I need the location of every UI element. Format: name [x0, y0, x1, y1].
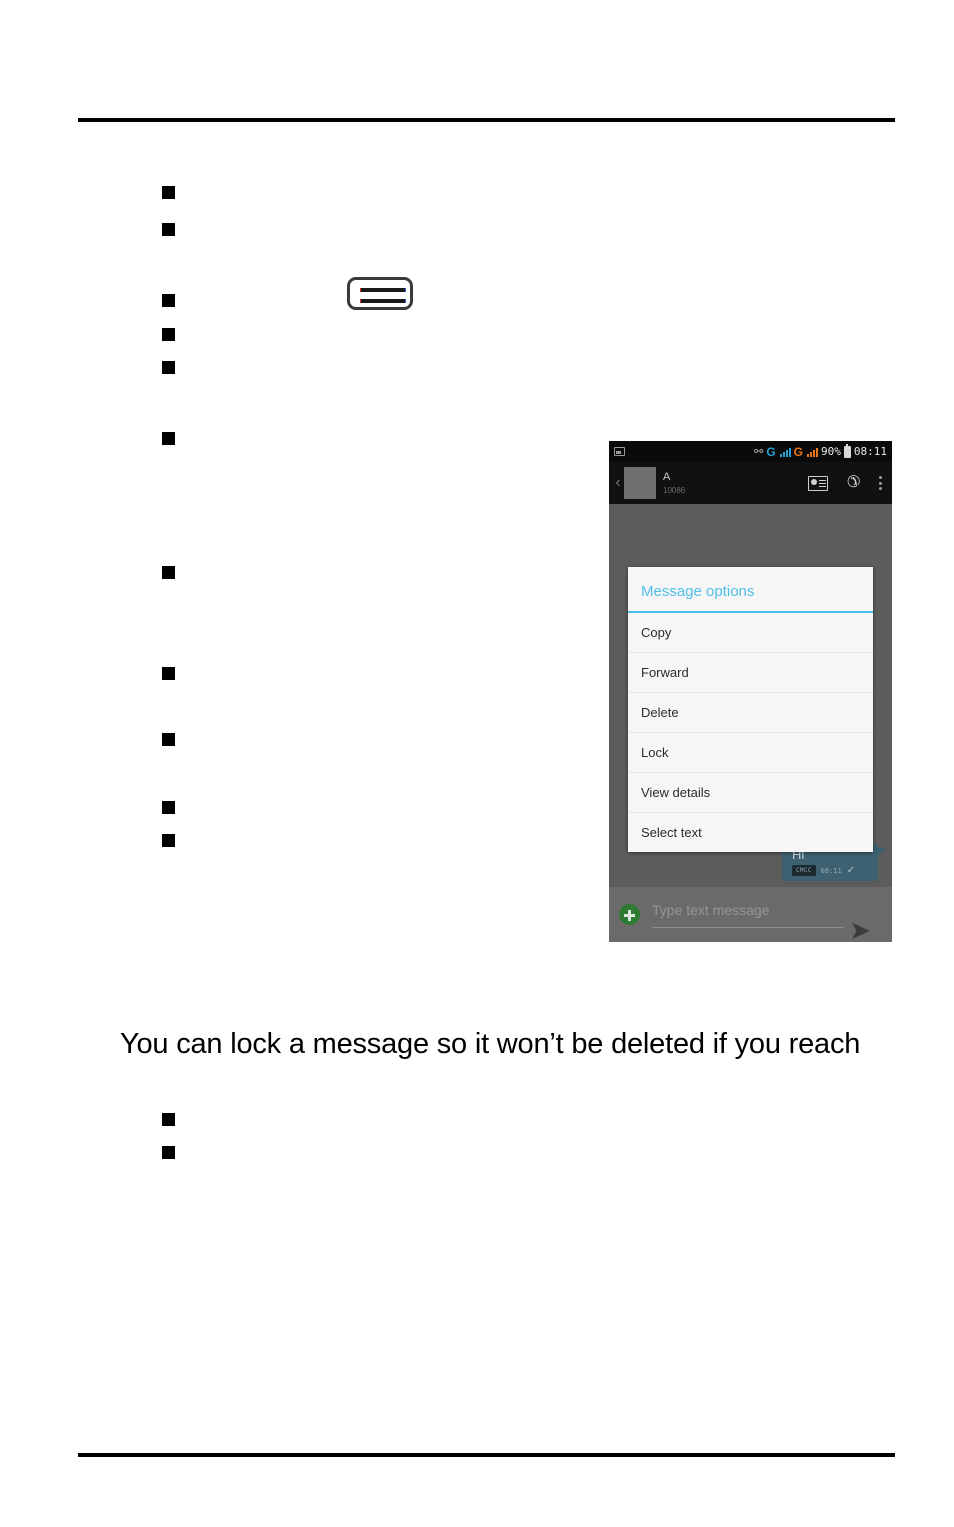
list-bullet — [162, 667, 175, 680]
page-footer-rule — [78, 1453, 895, 1457]
message-sent-check-icon: ✓ — [846, 864, 856, 876]
signal-bars-2-icon — [807, 447, 818, 457]
status-bar-clock: 08:11 — [853, 445, 887, 458]
dialog-item-delete[interactable]: Delete — [628, 693, 873, 733]
back-icon[interactable]: ‹ — [613, 475, 623, 491]
dialog-item-lock[interactable]: Lock — [628, 733, 873, 773]
menu-key-bar-bottom — [361, 299, 405, 303]
list-bullet — [162, 361, 175, 374]
signal-bars-1-icon — [779, 447, 791, 457]
message-time: 08:11 — [820, 866, 842, 875]
call-icon[interactable]: ✆ — [847, 474, 860, 491]
dialog-item-label: Delete — [641, 705, 679, 720]
list-bullet — [162, 328, 175, 341]
dialog-item-view-details[interactable]: View details — [628, 773, 873, 813]
dialog-item-label: Forward — [641, 665, 689, 680]
dialog-item-label: Select text — [641, 825, 702, 840]
list-bullet — [162, 223, 175, 236]
battery-percent: 90% — [821, 445, 841, 458]
dialog-item-select-text[interactable]: Select text — [628, 813, 873, 852]
list-bullet — [162, 834, 175, 847]
list-bullet — [162, 186, 175, 199]
message-input[interactable]: Type text message — [652, 902, 844, 928]
list-bullet — [162, 294, 175, 307]
list-bullet — [162, 733, 175, 746]
list-bullet — [162, 801, 175, 814]
message-composer: Type text message ➤ — [609, 887, 892, 942]
avatar[interactable] — [624, 467, 656, 499]
contact-card-icon[interactable] — [807, 475, 828, 491]
dialog-item-copy[interactable]: Copy — [628, 613, 873, 653]
sim-badge: CMCC — [792, 865, 816, 876]
network-1-letter: G — [766, 444, 776, 459]
body-paragraph: You can lock a message so it won’t be de… — [120, 1028, 861, 1060]
add-attachment-icon[interactable] — [619, 904, 640, 925]
menu-key-icon — [347, 277, 413, 310]
status-bar: ⚯ G G 90% 08:11 — [609, 441, 892, 462]
list-bullet — [162, 432, 175, 445]
picture-icon — [614, 447, 625, 456]
dialog-item-forward[interactable]: Forward — [628, 653, 873, 693]
list-bullet — [162, 1146, 175, 1159]
page-header-rule — [78, 118, 895, 122]
network-2-letter: G — [793, 444, 803, 459]
contact-number: 10086 — [663, 485, 686, 495]
sync-icon: ⚯ — [754, 445, 764, 458]
menu-key-bar-top — [361, 288, 405, 292]
list-bullet — [162, 1113, 175, 1126]
battery-icon — [843, 443, 851, 458]
dialog-title: Message options — [628, 567, 873, 613]
dialog-item-label: Lock — [641, 745, 669, 760]
dialog-item-label: Copy — [641, 625, 672, 640]
message-options-dialog: Message options Copy Forward Delete Lock Vie… — [628, 567, 873, 852]
phone-screenshot: ⚯ G G 90% 08:11 ‹ A 10086 ✆ Hi CMCC 08:1… — [609, 441, 892, 942]
dialog-item-label: View details — [641, 785, 711, 800]
action-bar: ‹ A 10086 ✆ — [609, 462, 892, 504]
message-input-placeholder: Type text message — [652, 901, 770, 918]
dialog-item-list: Copy Forward Delete Lock View details Select … — [628, 613, 873, 852]
overflow-menu-icon[interactable] — [879, 476, 882, 490]
contact-name: A — [663, 471, 671, 484]
list-bullet — [162, 566, 175, 579]
